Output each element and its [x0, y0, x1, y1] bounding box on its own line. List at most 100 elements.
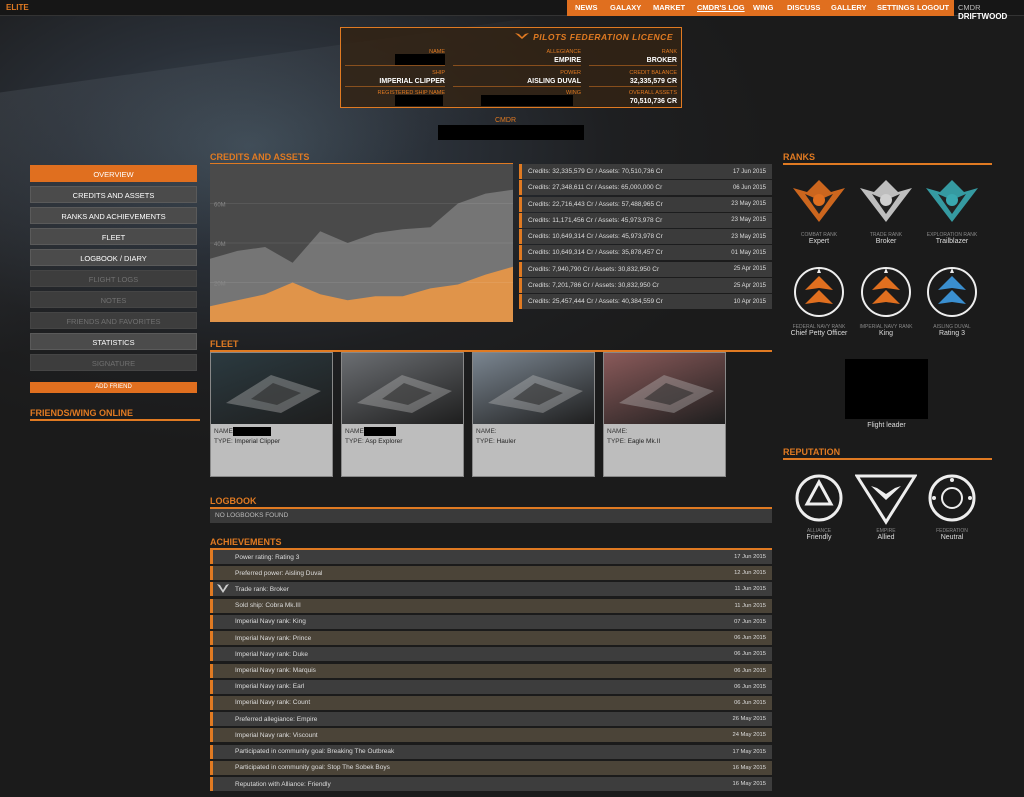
aisling-duval-icon — [919, 262, 985, 322]
fleet-ship-card[interactable]: NAME: TYPE: Imperial Clipper — [210, 352, 333, 477]
menu-item-overview[interactable]: OVERVIEW — [30, 165, 197, 182]
achievement-text: Trade rank: Broker — [235, 585, 289, 593]
achievement-date: 17 May 2015 — [732, 748, 766, 755]
licence-rank: RANK BROKER — [589, 47, 677, 66]
credit-row-text: Credits: 22,716,443 Cr / Assets: 57,488,… — [528, 200, 663, 208]
achievement-date: 11 Jun 2015 — [734, 586, 766, 593]
reputation-badge: ALLIANCE Friendly — [786, 470, 852, 541]
achievement-date: 06 Jun 2015 — [734, 651, 766, 658]
rank-badge: AISLING DUVAL Rating 3 — [919, 262, 985, 337]
nav-wing[interactable]: WING — [753, 3, 773, 12]
redacted-wing — [481, 95, 573, 106]
credit-row: Credits: 22,716,443 Cr / Assets: 57,488,… — [519, 196, 772, 212]
achievement-text: Imperial Navy rank: Viscount — [235, 731, 318, 739]
menu-item-credits-and-assets[interactable]: CREDITS AND ASSETS — [30, 186, 197, 203]
achievement-text: Power rating: Rating 3 — [235, 553, 300, 561]
rank-value: Expert — [808, 238, 830, 245]
menu-item-logbook-diary[interactable]: LOGBOOK / DIARY — [30, 249, 197, 266]
fleet-ship-card[interactable]: NAME: TYPE: Asp Explorer — [341, 352, 464, 477]
credit-row: Credits: 25,457,444 Cr / Assets: 40,384,… — [519, 294, 772, 310]
achievement-row: Trade rank: Broker 11 Jun 2015 — [210, 582, 772, 597]
cmdr-prefix: CMDR — [958, 3, 981, 12]
credit-row: Credits: 10,649,314 Cr / Assets: 35,878,… — [519, 245, 772, 261]
elite-logo[interactable]: ELITE — [6, 1, 29, 15]
achievement-date: 11 Jun 2015 — [734, 602, 766, 609]
ship-image — [342, 353, 463, 424]
achievement-text: Participated in community goal: Breaking… — [235, 748, 395, 756]
reputation-value: Friendly — [806, 534, 832, 541]
menu-item-flight-logs: FLIGHT LOGS — [30, 270, 197, 287]
achievement-date: 07 Jun 2015 — [734, 618, 766, 625]
nav-news[interactable]: NEWS — [575, 3, 598, 12]
side-menu: OVERVIEW CREDITS AND ASSETS RANKS AND ACHI… — [30, 165, 197, 375]
achievement-row: Sold ship: Cobra Mk.III 11 Jun 2015 — [210, 598, 772, 613]
credit-row-date: 23 May 2015 — [731, 217, 766, 224]
credit-row-date: 23 May 2015 — [731, 201, 766, 208]
redacted-ship-name — [233, 427, 271, 436]
fleet-ship-card[interactable]: NAME: TYPE: Eagle Mk.II — [603, 352, 726, 477]
no-logbooks-message: NO LOGBOOKS FOUND — [210, 509, 772, 523]
rank-badge: TRADE RANK Broker — [853, 170, 919, 245]
ship-name: NAME: — [607, 428, 628, 435]
y-tick-label: 40M — [214, 242, 226, 248]
empire-icon — [853, 470, 919, 526]
nav-settings[interactable]: SETTINGS — [877, 3, 915, 12]
credit-row-date: 23 May 2015 — [731, 233, 766, 240]
fleet-ship-card[interactable]: NAME: TYPE: Hauler — [472, 352, 595, 477]
cmdr-name[interactable]: CMDR DRIFTWOOD — [958, 3, 1024, 21]
reputation-heading: REPUTATION — [783, 447, 992, 460]
chart-svg: 20M 40M 60M — [210, 189, 513, 322]
achievement-text: Imperial Navy rank: Prince — [235, 634, 312, 642]
exploration-rank-icon — [919, 170, 985, 230]
menu-item-ranks-and-achievements[interactable]: RANKS AND ACHIEVEMENTS — [30, 207, 197, 224]
nav-cmdrs-log[interactable]: CMDR'S LOG — [697, 3, 745, 12]
nav-gallery[interactable]: GALLERY — [831, 3, 867, 12]
rank-badge: IMPERIAL NAVY RANK King — [853, 262, 919, 337]
ship-silhouette-icon — [619, 375, 714, 413]
licence-title-text: PILOTS FEDERATION LICENCE — [533, 32, 673, 42]
licence-credit: CREDIT BALANCE 32,335,579 CR — [589, 68, 677, 87]
credits-history-list: Credits: 32,335,579 Cr / Assets: 70,510,… — [519, 164, 772, 311]
nav-galaxy[interactable]: GALAXY — [610, 3, 641, 12]
reputation-value: Allied — [877, 534, 895, 541]
achievement-text: Reputation with Alliance: Friendly — [235, 780, 331, 788]
achievement-row: Power rating: Rating 3 17 Jun 2015 — [210, 550, 772, 564]
credit-row-date: 06 Jun 2015 — [732, 184, 766, 191]
y-tick-label: 20M — [214, 282, 226, 288]
rank-badge: EXPLORATION RANK Trailblazer — [919, 170, 985, 245]
licence-allegiance: ALLEGIANCE EMPIRE — [453, 47, 581, 66]
nav-market[interactable]: MARKET — [653, 3, 685, 12]
nav-logout[interactable]: LOGOUT — [917, 3, 949, 12]
achievement-text: Preferred power: Aisling Duval — [235, 569, 323, 577]
credit-row: Credits: 7,201,786 Cr / Assets: 30,832,9… — [519, 278, 772, 294]
achievement-row: Reputation with Alliance: Friendly 16 May… — [210, 777, 772, 792]
credit-row-text: Credits: 25,457,444 Cr / Assets: 40,384,… — [528, 298, 663, 306]
friends-wing-online-heading: FRIENDS/WING ONLINE — [30, 408, 200, 421]
menu-item-statistics[interactable]: STATISTICS — [30, 333, 197, 350]
credits-assets-chart: 20M 40M 60M — [210, 164, 513, 322]
federal-navy-icon — [786, 262, 852, 322]
achievement-text: Imperial Navy rank: Earl — [235, 683, 305, 691]
logbook-heading: LOGBOOK — [210, 496, 772, 509]
menu-item-fleet[interactable]: FLEET — [30, 228, 197, 245]
add-friend-button[interactable]: ADD FRIEND — [30, 382, 197, 393]
fleet-heading: FLEET — [210, 339, 772, 352]
reputation-badge: EMPIRE Allied — [853, 470, 919, 541]
menu-item-friends-and-favorites: FRIENDS AND FAVORITES — [30, 312, 197, 329]
ship-image — [604, 353, 725, 424]
licence-ship: SHIP IMPERIAL CLIPPER — [345, 68, 445, 87]
redacted-ship-name — [364, 427, 396, 436]
achievement-row: Imperial Navy rank: Prince 06 Jun 2015 — [210, 631, 772, 646]
redacted-cmdr — [438, 125, 584, 140]
redacted-ship-name — [395, 95, 443, 106]
credit-row-date: 25 Apr 2015 — [733, 282, 766, 289]
nav-discuss[interactable]: DISCUSS — [787, 3, 820, 12]
ship-name: NAME: — [345, 428, 366, 435]
licence-title: PILOTS FEDERATION LICENCE — [515, 32, 673, 42]
alliance-icon — [786, 470, 852, 526]
credit-row: Credits: 27,348,611 Cr / Assets: 65,000,… — [519, 180, 772, 196]
rank-value: Chief Petty Officer — [790, 330, 848, 337]
achievements-heading: ACHIEVEMENTS — [210, 537, 772, 550]
rank-value: Rating 3 — [938, 330, 966, 337]
achievements-list: Power rating: Rating 3 17 Jun 2015 Preferr… — [210, 550, 772, 793]
